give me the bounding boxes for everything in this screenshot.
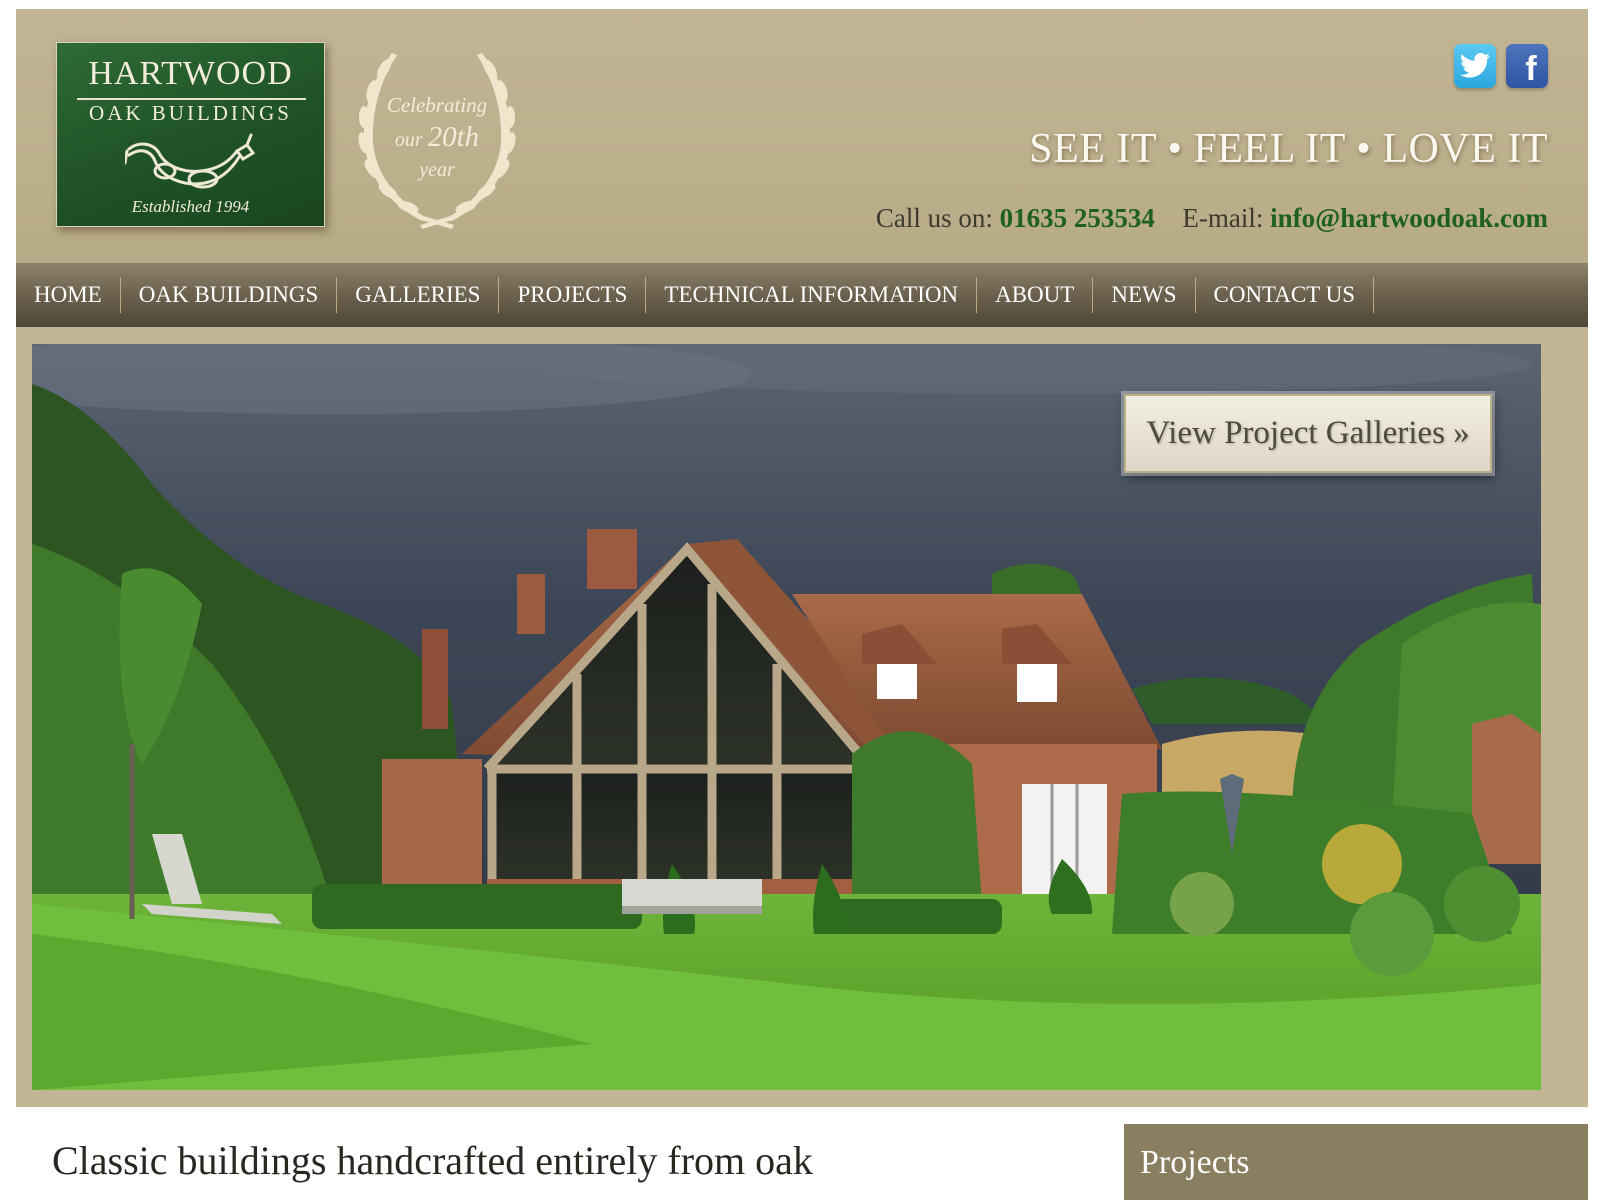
nav-galleries[interactable]: GALLERIES	[337, 277, 500, 313]
nav-technical-information[interactable]: TECHNICAL INFORMATION	[646, 277, 978, 313]
nav-news[interactable]: NEWS	[1093, 277, 1196, 313]
call-label: Call us on:	[875, 203, 993, 233]
anniversary-badge: Celebrating our 20th year	[346, 39, 528, 231]
nav-projects[interactable]: PROJECTS	[499, 277, 647, 313]
page-headline: Classic buildings handcrafted entirely f…	[52, 1138, 813, 1183]
tagline: SEE IT • FEEL IT • LOVE IT	[1029, 126, 1548, 172]
social-links: f	[1454, 44, 1548, 88]
logo-brand-line1: HARTWOOD	[88, 55, 293, 92]
view-project-galleries-button[interactable]: View Project Galleries »	[1121, 391, 1495, 476]
logo-divider	[77, 98, 306, 100]
contact-line: Call us on: 01635 253534 E-mail: info@ha…	[876, 203, 1548, 234]
email-label: E-mail:	[1182, 203, 1264, 233]
email-link[interactable]: info@hartwoodoak.com	[1270, 203, 1548, 233]
brace-drill-icon	[125, 133, 256, 189]
facebook-icon[interactable]: f	[1506, 44, 1548, 88]
site-wrapper: HARTWOOD OAK BUILDINGS Established 1994	[16, 9, 1588, 1200]
anniversary-line2: our 20th	[346, 121, 528, 154]
company-logo[interactable]: HARTWOOD OAK BUILDINGS Established 1994	[56, 42, 325, 227]
twitter-bird-icon	[1460, 53, 1490, 78]
main-nav: HOME OAK BUILDINGS GALLERIES PROJECTS TE…	[16, 263, 1588, 327]
hero-frame: View Project Galleries »	[16, 327, 1588, 1107]
hero-image: View Project Galleries »	[32, 344, 1541, 1090]
phone-number[interactable]: 01635 253534	[1000, 203, 1155, 233]
nav-oak-buildings[interactable]: OAK BUILDINGS	[121, 277, 338, 313]
projects-sidebar[interactable]: Projects	[1124, 1124, 1588, 1200]
anniversary-line2-number: 20th	[427, 121, 480, 153]
nav-about[interactable]: ABOUT	[977, 277, 1094, 313]
content-area: Classic buildings handcrafted entirely f…	[16, 1107, 1588, 1200]
nav-home[interactable]: HOME	[16, 277, 121, 313]
anniversary-line3: year	[419, 159, 455, 181]
anniversary-line2-prefix: our	[394, 129, 423, 151]
projects-sidebar-title: Projects	[1140, 1144, 1250, 1181]
logo-established: Established 1994	[131, 197, 250, 216]
facebook-glyph: f	[1525, 49, 1537, 88]
nav-contact-us[interactable]: CONTACT US	[1196, 277, 1375, 313]
logo-brand-line2: OAK BUILDINGS	[89, 101, 292, 125]
anniversary-line1: Celebrating	[386, 93, 488, 117]
header: HARTWOOD OAK BUILDINGS Established 1994	[16, 9, 1588, 263]
twitter-icon[interactable]	[1454, 44, 1496, 88]
